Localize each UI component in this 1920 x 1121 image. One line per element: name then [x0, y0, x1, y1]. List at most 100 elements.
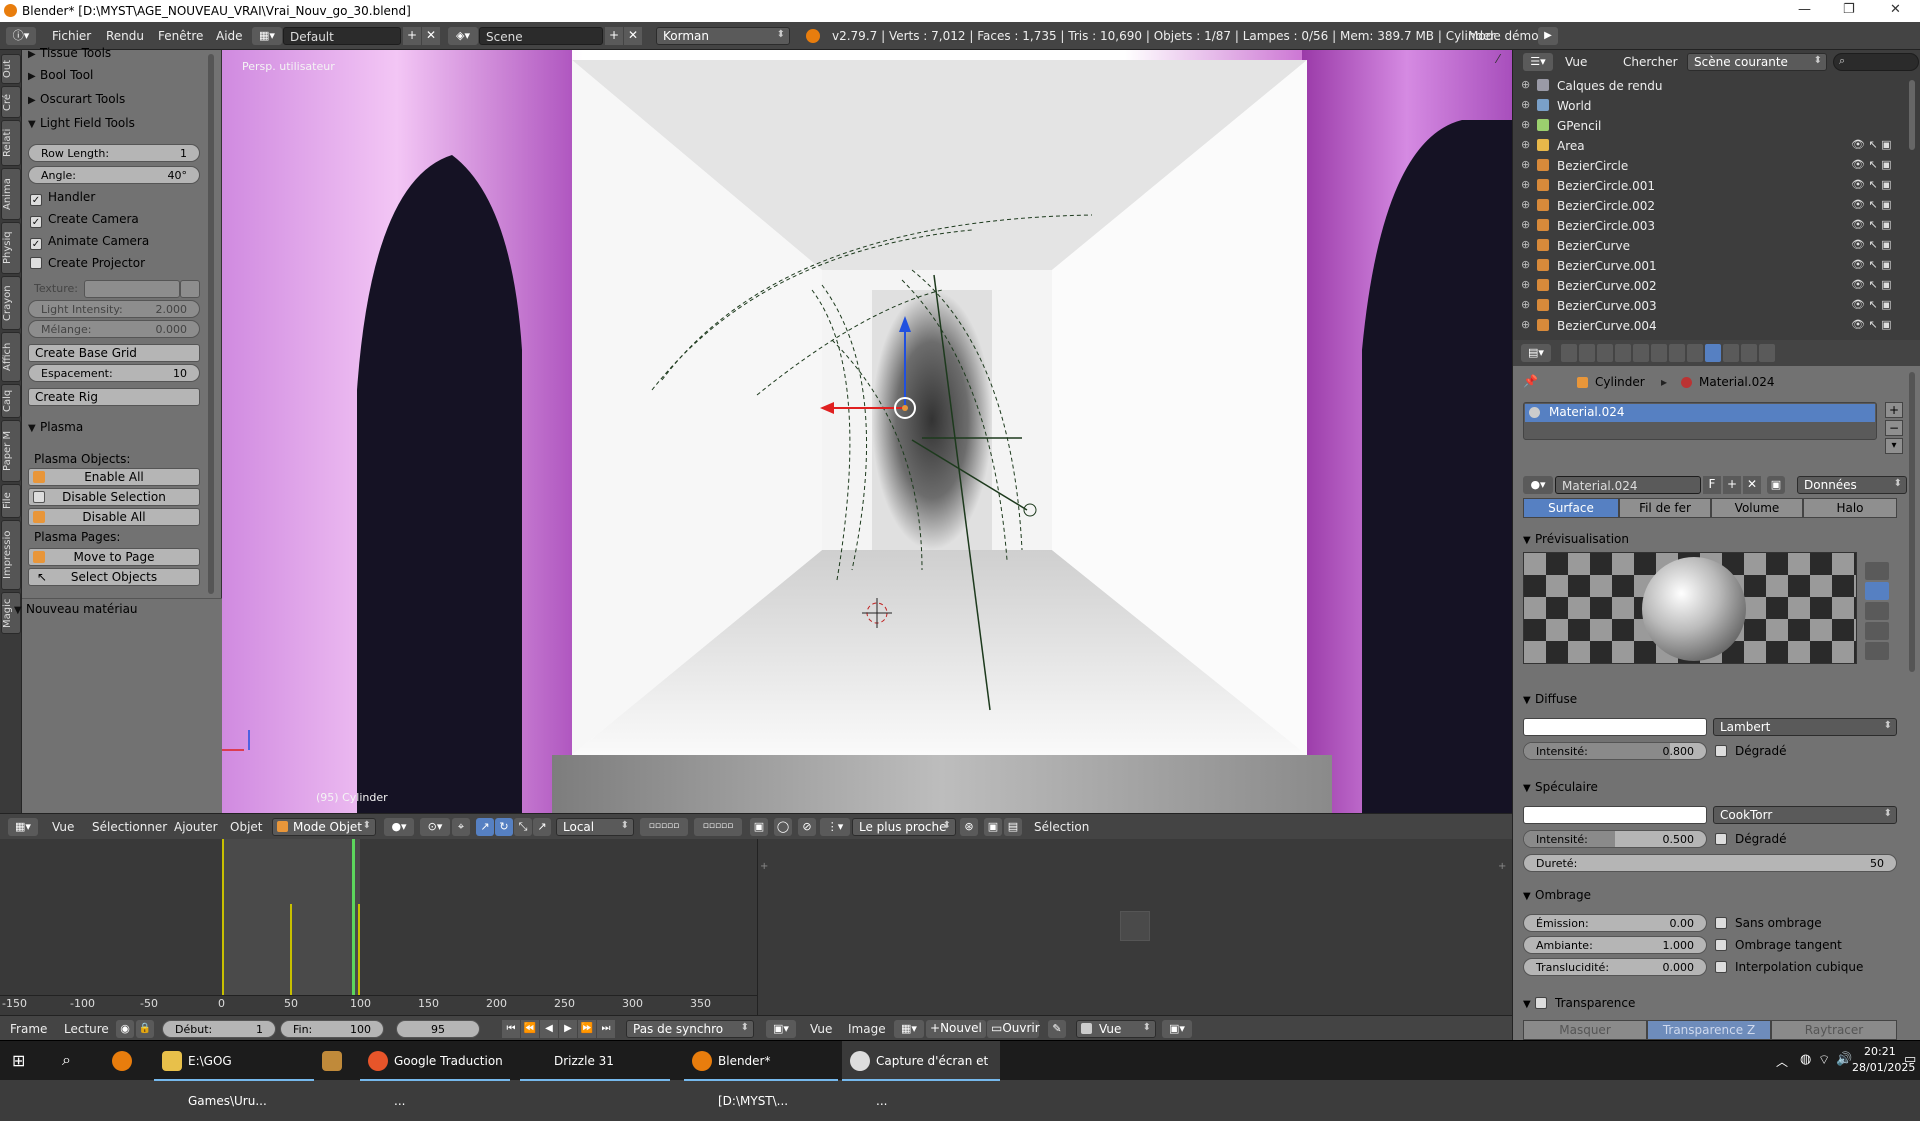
disable-all-button[interactable]: Disable All: [28, 508, 200, 526]
properties-scrollbar[interactable]: [1909, 372, 1915, 672]
material-slot-item[interactable]: Material.024: [1525, 404, 1875, 422]
clock-time[interactable]: 20:21: [1864, 1045, 1896, 1058]
restore-icon[interactable]: ❐: [1843, 2, 1855, 17]
taskbar-firefox[interactable]: Google Traduction ...: [360, 1041, 510, 1108]
visibility-icons[interactable]: 👁 ↖ ▣: [1851, 238, 1892, 251]
taskbar-drizzle[interactable]: Drizzle 31: [520, 1041, 670, 1081]
expand-icon[interactable]: ⊕: [1521, 238, 1530, 251]
render-icon[interactable]: ▣: [984, 818, 1002, 836]
expand-icon[interactable]: ⊕: [1521, 178, 1530, 191]
panel-preview[interactable]: ▼ Prévisualisation: [1523, 532, 1629, 546]
diffuse-ramp-checkbox[interactable]: Dégradé: [1715, 744, 1787, 758]
render-anim-icon[interactable]: ▤: [1004, 818, 1022, 836]
outliner-item-name[interactable]: BezierCircle.001: [1557, 179, 1655, 193]
app-icon[interactable]: [322, 1051, 342, 1071]
panel-light-field-tools[interactable]: ▼ Light Field Tools: [28, 116, 135, 130]
world-tab-icon[interactable]: [1615, 344, 1631, 362]
timeline-ruler[interactable]: [0, 995, 757, 1015]
outliner-type-icon[interactable]: ☰▾: [1523, 53, 1553, 71]
screen-layout-icon[interactable]: ▦▾: [252, 27, 282, 45]
outliner-row[interactable]: ⊕ Calques de rendu: [1513, 76, 1908, 96]
outliner-item-name[interactable]: Area: [1557, 139, 1585, 153]
panel-bool-tool[interactable]: ▶ Bool Tool: [28, 68, 93, 82]
pin-icon[interactable]: 📌: [1523, 374, 1538, 388]
wifi-icon[interactable]: ⌔: [1818, 1052, 1830, 1068]
start-icon[interactable]: ⊞: [12, 1051, 25, 1070]
visibility-icons[interactable]: 👁 ↖ ▣: [1851, 178, 1892, 191]
network-icon[interactable]: ◍: [1800, 1052, 1811, 1067]
angle-slider[interactable]: Angle: 40°: [28, 166, 200, 184]
create-rig-button[interactable]: Create Rig: [28, 388, 200, 406]
animate-camera-checkbox[interactable]: ✓ Animate Camera: [30, 234, 149, 250]
panel-specular[interactable]: ▼ Spéculaire: [1523, 780, 1598, 794]
enable-all-button[interactable]: Enable All: [28, 468, 200, 486]
blender-taskbar-icon[interactable]: [112, 1051, 132, 1071]
cubic-interpolation-checkbox[interactable]: Interpolation cubique: [1715, 960, 1863, 974]
play-icon[interactable]: ▶: [1538, 27, 1558, 45]
tab-volume[interactable]: Volume: [1711, 498, 1803, 518]
3d-viewport[interactable]: Persp. utilisateur (95) Cylinder ⁄: [222, 50, 1512, 813]
tab-print[interactable]: Impressio: [1, 520, 21, 590]
viewport-corner-icon[interactable]: ⁄: [1497, 52, 1499, 66]
minimize-icon[interactable]: —: [1798, 2, 1811, 17]
preview-flat-icon[interactable]: [1865, 562, 1889, 580]
material-browse-icon[interactable]: ●▾: [1523, 476, 1553, 494]
constraints-tab-icon[interactable]: [1651, 344, 1667, 362]
outliner-item-name[interactable]: BezierCurve.001: [1557, 259, 1657, 273]
image-editor-type-icon[interactable]: ▣▾: [766, 1020, 796, 1038]
specular-intensity-slider[interactable]: Intensité: 0.500: [1523, 830, 1707, 848]
outliner-menu-view[interactable]: Vue: [1565, 55, 1587, 69]
outliner-item-name[interactable]: BezierCircle: [1557, 159, 1628, 173]
node-icon[interactable]: ▣: [1767, 476, 1785, 494]
layout-remove-icon[interactable]: ✕: [422, 27, 440, 45]
ambient-slider[interactable]: Ambiante: 1.000: [1523, 936, 1707, 954]
menu-frame[interactable]: Frame: [10, 1022, 47, 1036]
outliner-row[interactable]: ⊕ BezierCircle.002 👁 ↖ ▣: [1513, 196, 1908, 216]
material-add-icon[interactable]: +: [1723, 476, 1741, 494]
panel-transparency[interactable]: ▼ Transparence: [1523, 996, 1635, 1010]
hardness-slider[interactable]: Dureté: 50: [1523, 854, 1897, 872]
transparency-checkbox[interactable]: [1535, 997, 1547, 1009]
specular-color-field[interactable]: [1523, 806, 1707, 824]
material-tab-icon[interactable]: [1705, 344, 1721, 362]
scene-icon[interactable]: ◈▾: [448, 27, 478, 45]
tab-physics[interactable]: Physiq: [1, 222, 21, 274]
move-to-page-button[interactable]: Move to Page: [28, 548, 200, 566]
menu-view[interactable]: Vue: [52, 820, 74, 834]
tab-paper-model[interactable]: Paper M: [1, 420, 21, 482]
properties-type-icon[interactable]: ▤▾: [1521, 344, 1551, 362]
transform-icon[interactable]: ↗: [533, 818, 551, 836]
scene-tab-icon[interactable]: [1597, 344, 1613, 362]
outliner-item-name[interactable]: BezierCurve.003: [1557, 299, 1657, 313]
snap-toggle-icon[interactable]: ⊘: [798, 818, 816, 836]
panel-diffuse[interactable]: ▼ Diffuse: [1523, 692, 1577, 706]
outliner-row[interactable]: ⊕ GPencil: [1513, 116, 1908, 136]
menu-image[interactable]: Image: [848, 1022, 886, 1036]
outliner-row[interactable]: ⊕ BezierCircle 👁 ↖ ▣: [1513, 156, 1908, 176]
handler-checkbox[interactable]: ✓ Handler: [30, 190, 95, 206]
outliner-row[interactable]: ⊕ BezierCircle.001 👁 ↖ ▣: [1513, 176, 1908, 196]
expand-icon[interactable]: ⊕: [1521, 138, 1530, 151]
physics-tab-icon[interactable]: [1759, 344, 1775, 362]
panel-plasma[interactable]: ▼ Plasma: [28, 420, 83, 434]
diffuse-intensity-slider[interactable]: Intensité: 0.800: [1523, 742, 1707, 760]
menu-playback[interactable]: Lecture: [64, 1022, 109, 1036]
pivot-icon[interactable]: ⊙▾: [420, 818, 450, 836]
outliner-item-name[interactable]: Calques de rendu: [1557, 79, 1662, 93]
preview-monkey-icon[interactable]: [1865, 622, 1889, 640]
panel-oscurart-tools[interactable]: ▶ Oscurart Tools: [28, 92, 125, 106]
outliner-item-name[interactable]: BezierCircle.002: [1557, 199, 1655, 213]
outliner-row[interactable]: ⊕ BezierCurve 👁 ↖ ▣: [1513, 236, 1908, 256]
snap-element-icon[interactable]: ⋮▾: [820, 818, 850, 836]
tab-file[interactable]: File: [1, 484, 21, 518]
render-tab-icon[interactable]: [1561, 344, 1577, 362]
jump-end-icon[interactable]: ⏭: [597, 1020, 615, 1038]
menu-render[interactable]: Rendu: [106, 29, 144, 43]
layers-grid-icon[interactable]: ▫▫▫▫▫: [640, 818, 688, 836]
sync-select[interactable]: Pas de synchro: [626, 1020, 754, 1038]
scale-icon[interactable]: ⤡: [514, 818, 532, 836]
visibility-icons[interactable]: 👁 ↖ ▣: [1851, 138, 1892, 151]
expand-icon[interactable]: ⊕: [1521, 258, 1530, 271]
snap-target-select[interactable]: Le plus proche: [852, 818, 956, 836]
outliner-scope-select[interactable]: Scène courante: [1687, 53, 1827, 71]
